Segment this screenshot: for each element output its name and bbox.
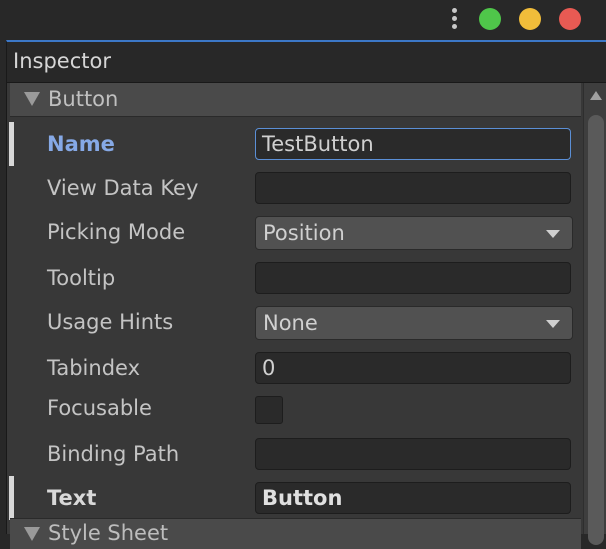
inspector-tab-bar: Inspector [7, 42, 606, 83]
minimize-button[interactable] [519, 8, 541, 30]
override-indicator [9, 122, 14, 166]
close-button[interactable] [559, 8, 581, 30]
row-name: Name TestButton [7, 122, 581, 166]
focusable-label: Focusable [47, 396, 152, 420]
binding-path-label: Binding Path [47, 442, 180, 466]
scroll-up-icon[interactable] [590, 91, 602, 100]
row-focusable: Focusable [7, 388, 581, 432]
row-view-data-key: View Data Key [7, 166, 581, 210]
usage-hints-value: None [263, 311, 318, 335]
maximize-button[interactable] [479, 8, 501, 30]
foldout-triangle-icon[interactable] [24, 92, 40, 106]
focusable-checkbox[interactable] [255, 396, 283, 424]
usage-hints-dropdown[interactable]: None [255, 306, 573, 340]
row-text: Text Button [7, 476, 581, 520]
override-indicator [9, 476, 14, 520]
tabindex-field[interactable]: 0 [255, 352, 571, 384]
name-label: Name [47, 132, 115, 156]
row-binding-path: Binding Path [7, 432, 581, 476]
row-tooltip: Tooltip [7, 256, 581, 300]
view-data-key-field[interactable] [255, 172, 571, 204]
text-field[interactable]: Button [255, 482, 571, 514]
section-title: Style Sheet [48, 521, 169, 545]
scrollbar-thumb[interactable] [588, 115, 604, 545]
row-tabindex: Tabindex 0 [7, 346, 581, 390]
tooltip-field[interactable] [255, 262, 571, 294]
window-titlebar [0, 0, 606, 40]
tabindex-label: Tabindex [47, 356, 141, 380]
usage-hints-label: Usage Hints [47, 310, 174, 334]
vertical-scrollbar[interactable] [583, 83, 606, 545]
section-title: Button [48, 87, 119, 111]
picking-mode-dropdown[interactable]: Position [255, 216, 573, 250]
chevron-down-icon [546, 320, 560, 328]
tooltip-label: Tooltip [47, 266, 116, 290]
inspector-panel: Inspector Button Name TestButton View Da… [6, 40, 606, 549]
name-field[interactable]: TestButton [255, 128, 571, 160]
row-usage-hints: Usage Hints None [7, 300, 581, 344]
picking-mode-label: Picking Mode [47, 220, 186, 244]
picking-mode-value: Position [263, 221, 345, 245]
view-data-key-label: View Data Key [47, 176, 199, 200]
foldout-triangle-icon[interactable] [24, 527, 40, 541]
row-picking-mode: Picking Mode Position [7, 210, 581, 254]
binding-path-field[interactable] [255, 438, 571, 470]
section-header-button[interactable]: Button [10, 83, 581, 117]
chevron-down-icon [546, 230, 560, 238]
more-options-icon[interactable] [450, 8, 460, 30]
section-header-style-sheet[interactable]: Style Sheet [10, 518, 581, 549]
inspector-title[interactable]: Inspector [13, 49, 111, 73]
text-label: Text [47, 486, 97, 510]
